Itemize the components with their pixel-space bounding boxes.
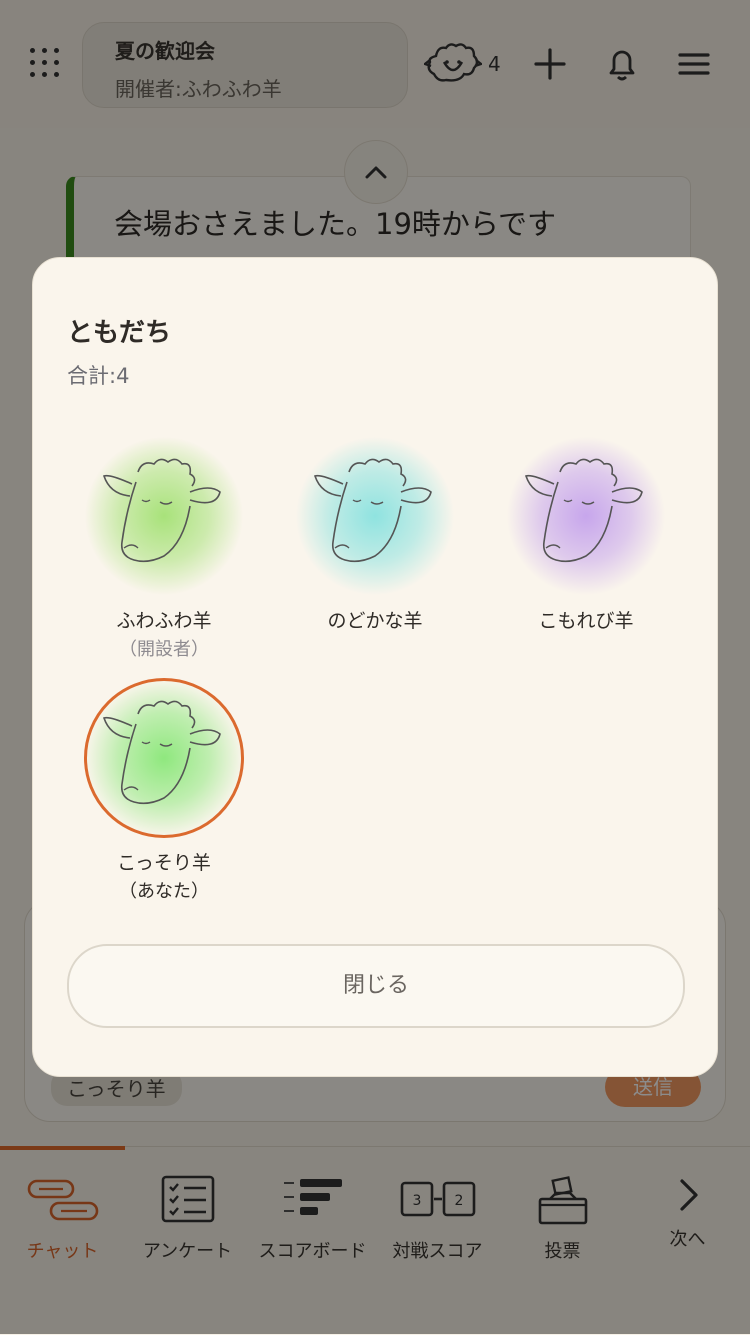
- friend-name: のどかな羊: [327, 610, 423, 632]
- sheep-icon: [313, 458, 432, 563]
- sheep-icon: [524, 458, 643, 563]
- friend-card[interactable]: ふわふわ羊 （開設者）: [59, 436, 269, 661]
- sheep-icon: [102, 700, 221, 805]
- friends-modal: ともだち 合計:4 ふわふわ羊 （開設者） のどかな羊 こもれび羊 こっそり羊 …: [32, 257, 718, 1077]
- friend-role: （開設者）: [119, 639, 209, 660]
- friend-name: ふわふわ羊: [116, 610, 212, 632]
- friends-total: 合計:4: [67, 364, 130, 388]
- close-button[interactable]: 閉じる: [67, 944, 685, 1028]
- friend-name: こもれび羊: [538, 610, 634, 632]
- modal-title: ともだち: [67, 318, 172, 348]
- avatar: [506, 436, 666, 596]
- friend-card[interactable]: のどかな羊: [270, 436, 480, 635]
- sheep-icon: [102, 458, 221, 563]
- friend-name: こっそり羊: [117, 852, 211, 874]
- friend-role: （あなた）: [119, 881, 209, 902]
- friend-card[interactable]: こもれび羊: [481, 436, 691, 635]
- avatar: [295, 436, 455, 596]
- avatar: [84, 678, 244, 838]
- friend-card[interactable]: こっそり羊 （あなた）: [59, 678, 269, 903]
- avatar: [84, 436, 244, 596]
